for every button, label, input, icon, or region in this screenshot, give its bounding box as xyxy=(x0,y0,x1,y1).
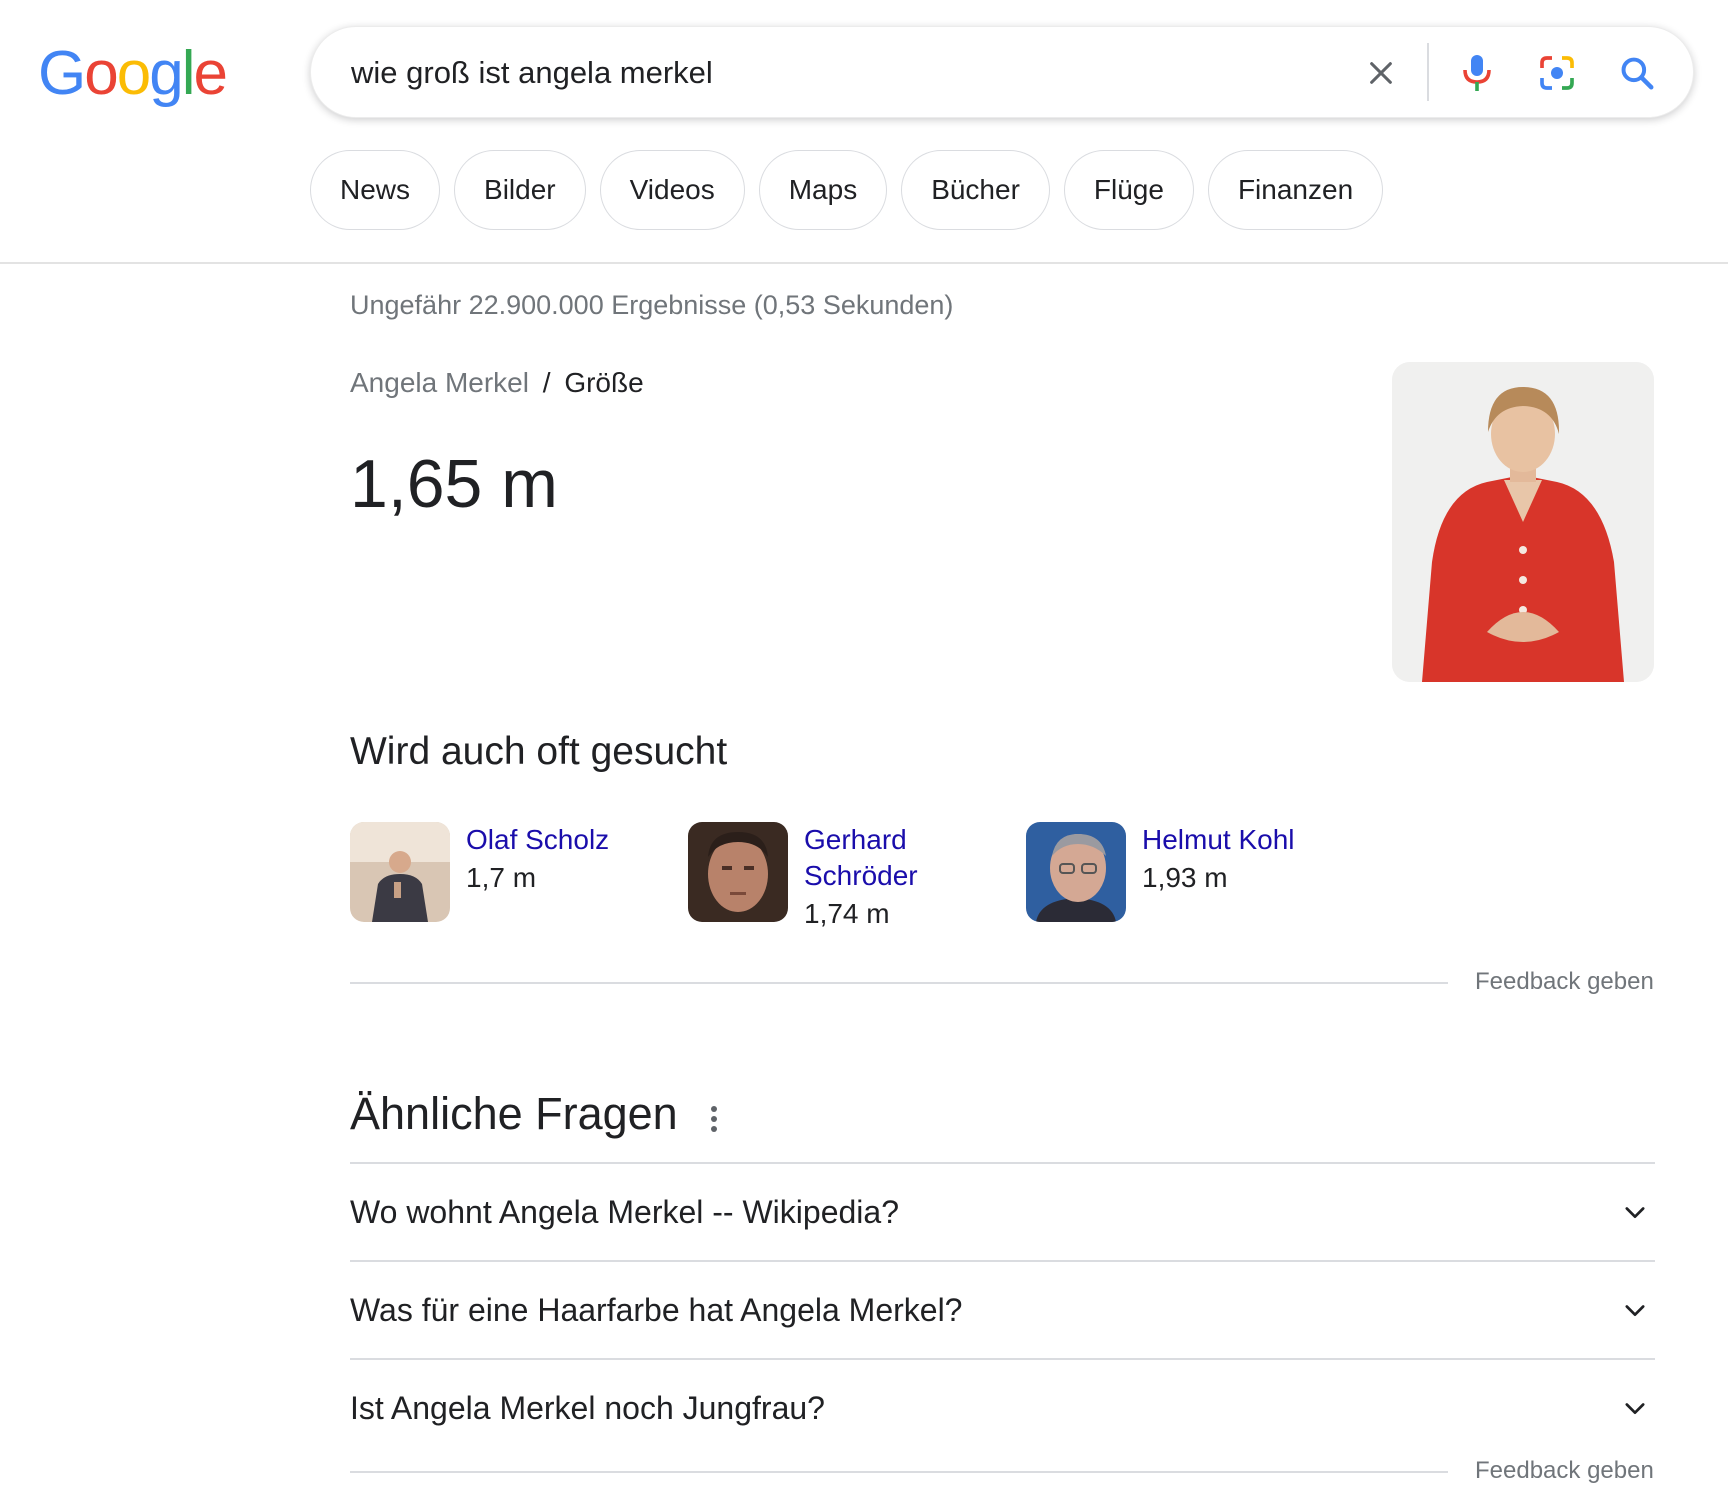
search-filter-chips: News Bilder Videos Maps Bücher Flüge Fin… xyxy=(310,150,1384,230)
header-divider xyxy=(0,262,1728,264)
logo-letter: e xyxy=(193,39,228,108)
person-height: 1,74 m xyxy=(804,898,890,929)
related-questions-title: Ähnliche Fragen xyxy=(350,1088,678,1139)
person-name[interactable]: Olaf Scholz xyxy=(466,822,609,858)
chip-bilder[interactable]: Bilder xyxy=(454,150,586,230)
feedback-link[interactable]: Feedback geben xyxy=(1475,1457,1654,1485)
chip-news[interactable]: News xyxy=(310,150,441,230)
chip-fluege[interactable]: Flüge xyxy=(1063,150,1194,230)
breadcrumb-entity[interactable]: Angela Merkel xyxy=(350,367,529,398)
person-thumbnail[interactable] xyxy=(1026,822,1126,922)
logo-letter: o xyxy=(116,39,152,108)
related-question[interactable]: Wo wohnt Angela Merkel -- Wikipedia? xyxy=(350,1164,1655,1260)
feedback-divider xyxy=(350,982,1448,984)
chevron-down-icon[interactable] xyxy=(1615,1192,1655,1232)
breadcrumb-separator: / xyxy=(542,367,551,398)
related-person[interactable]: Gerhard Schröder 1,74 m xyxy=(688,822,924,932)
also-searched-title: Wird auch oft gesucht xyxy=(350,730,728,773)
related-person[interactable]: Olaf Scholz 1,7 m xyxy=(350,822,609,922)
breadcrumb-attribute: Größe xyxy=(564,367,644,398)
chip-videos[interactable]: Videos xyxy=(599,150,745,230)
chevron-down-icon[interactable] xyxy=(1615,1290,1655,1330)
result-stats: Ungefähr 22.900.000 Ergebnisse (0,53 Sek… xyxy=(350,290,954,320)
google-logo[interactable]: Google xyxy=(38,38,228,109)
person-name[interactable]: Gerhard Schröder xyxy=(804,822,924,894)
search-input[interactable] xyxy=(351,49,1351,97)
related-question[interactable]: Was für eine Haarfarbe hat Angela Merkel… xyxy=(350,1262,1655,1358)
person-height: 1,93 m xyxy=(1142,862,1228,893)
question-text: Was für eine Haarfarbe hat Angela Merkel… xyxy=(350,1291,963,1328)
microphone-icon[interactable] xyxy=(1453,49,1501,97)
answer-value: 1,65 m xyxy=(350,446,558,522)
camera-lens-icon[interactable] xyxy=(1533,49,1581,97)
feedback-link[interactable]: Feedback geben xyxy=(1475,968,1654,996)
chip-finanzen[interactable]: Finanzen xyxy=(1207,150,1384,230)
entity-photo[interactable] xyxy=(1392,362,1654,682)
search-icon[interactable] xyxy=(1613,49,1661,97)
logo-letter: o xyxy=(84,39,119,108)
person-height: 1,7 m xyxy=(466,862,537,893)
logo-letter: g xyxy=(149,39,184,108)
more-options-icon[interactable] xyxy=(706,1104,722,1136)
related-question[interactable]: Ist Angela Merkel noch Jungfrau? xyxy=(350,1360,1655,1456)
search-box xyxy=(310,26,1694,118)
question-text: Ist Angela Merkel noch Jungfrau? xyxy=(350,1389,825,1426)
logo-letter: l xyxy=(181,39,196,108)
related-person[interactable]: Helmut Kohl 1,93 m xyxy=(1026,822,1295,922)
logo-letter: G xyxy=(38,39,86,108)
question-text: Wo wohnt Angela Merkel -- Wikipedia? xyxy=(350,1193,899,1230)
close-icon[interactable] xyxy=(1357,49,1405,97)
chip-maps[interactable]: Maps xyxy=(758,150,888,230)
chip-buecher[interactable]: Bücher xyxy=(901,150,1050,230)
feedback-divider xyxy=(350,1471,1448,1473)
person-thumbnail[interactable] xyxy=(688,822,788,922)
chevron-down-icon[interactable] xyxy=(1615,1388,1655,1428)
person-thumbnail[interactable] xyxy=(350,822,450,922)
answer-breadcrumb: Angela Merkel / Größe xyxy=(350,367,644,399)
search-divider xyxy=(1427,43,1429,101)
person-name[interactable]: Helmut Kohl xyxy=(1142,822,1295,858)
